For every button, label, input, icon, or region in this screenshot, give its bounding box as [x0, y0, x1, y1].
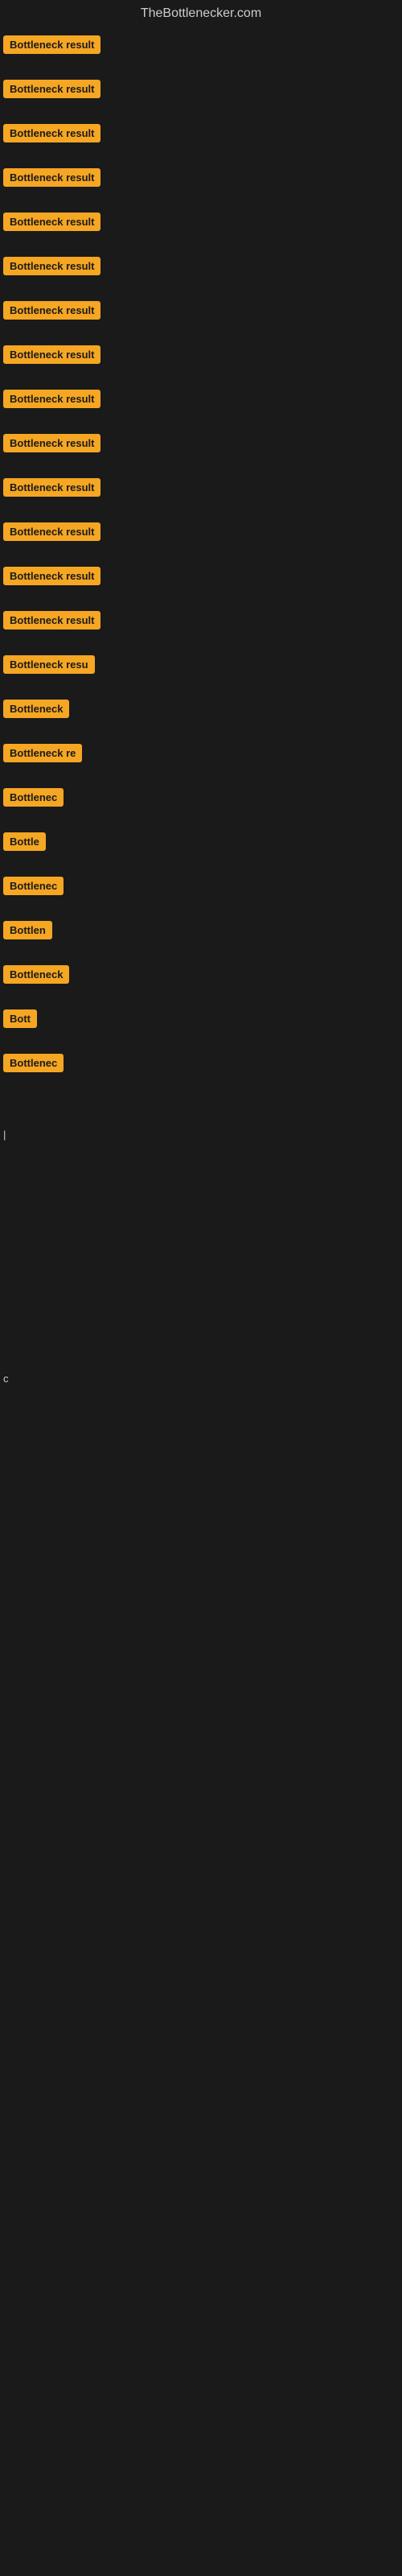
item-spacer [0, 900, 402, 916]
bottleneck-item: Bottleneck result [3, 390, 399, 408]
bottleneck-badge[interactable]: Bottleneck result [3, 168, 100, 187]
bottleneck-item: Bottleneck result [3, 301, 399, 320]
bottleneck-item: Bottlenec [3, 788, 399, 807]
item-spacer [0, 369, 402, 385]
bottleneck-badge[interactable]: Bottleneck result [3, 522, 100, 541]
spacer-after-list [0, 1077, 402, 1125]
bottleneck-badge[interactable]: Bottleneck [3, 700, 69, 718]
bottleneck-badge[interactable]: Bottleneck result [3, 213, 100, 231]
bottleneck-item: Bottlen [3, 921, 399, 939]
bottleneck-badge[interactable]: Bottleneck result [3, 611, 100, 630]
bottleneck-item: Bottlenec [3, 1054, 399, 1072]
site-title: TheBottlenecker.com [0, 0, 402, 31]
item-spacer [0, 634, 402, 650]
bottleneck-badge[interactable]: Bottleneck result [3, 301, 100, 320]
bottleneck-item: Bottleneck re [3, 744, 399, 762]
bottleneck-badge[interactable]: Bottlen [3, 921, 52, 939]
item-spacer [0, 147, 402, 163]
item-spacer [0, 502, 402, 518]
bottleneck-item: Bottleneck result [3, 434, 399, 452]
bottleneck-badge[interactable]: Bottleneck re [3, 744, 82, 762]
bottleneck-item: Bottleneck result [3, 213, 399, 231]
bottleneck-item: Bottleneck result [3, 345, 399, 364]
item-spacer [0, 1033, 402, 1049]
item-spacer [0, 811, 402, 828]
item-spacer [0, 856, 402, 872]
item-spacer [0, 280, 402, 296]
bottleneck-list: Bottleneck result Bottleneck result Bottle… [0, 35, 402, 1072]
bottleneck-badge[interactable]: Bottleneck result [3, 567, 100, 585]
bottleneck-badge[interactable]: Bott [3, 1009, 37, 1028]
bottleneck-item: Bottleneck result [3, 80, 399, 98]
large-gap [0, 1144, 402, 1369]
bottleneck-item: Bottleneck [3, 965, 399, 984]
item-spacer [0, 413, 402, 429]
item-spacer [0, 546, 402, 562]
bottleneck-item: Bottleneck result [3, 567, 399, 585]
bottleneck-item: Bott [3, 1009, 399, 1028]
item-spacer [0, 457, 402, 473]
item-spacer [0, 723, 402, 739]
bottleneck-item: Bottleneck result [3, 35, 399, 54]
bottleneck-item: Bottleneck [3, 700, 399, 718]
bottleneck-item: Bottleneck result [3, 168, 399, 187]
single-char-indicator: | [0, 1125, 402, 1144]
bottleneck-item: Bottleneck result [3, 124, 399, 142]
item-spacer [0, 324, 402, 341]
bottleneck-badge[interactable]: Bottlenec [3, 877, 64, 895]
item-spacer [0, 767, 402, 783]
item-spacer [0, 944, 402, 960]
bottleneck-badge[interactable]: Bottlenec [3, 788, 64, 807]
bottleneck-badge[interactable]: Bottle [3, 832, 46, 851]
item-spacer [0, 590, 402, 606]
bottleneck-item: Bottleneck result [3, 478, 399, 497]
item-spacer [0, 59, 402, 75]
bottleneck-item: Bottleneck result [3, 257, 399, 275]
bottleneck-item: Bottleneck result [3, 522, 399, 541]
bottleneck-item: Bottleneck result [3, 611, 399, 630]
item-spacer [0, 989, 402, 1005]
bottom-char: c [0, 1369, 402, 1388]
bottleneck-badge[interactable]: Bottleneck result [3, 390, 100, 408]
bottleneck-item: Bottleneck resu [3, 655, 399, 674]
item-spacer [0, 679, 402, 695]
bottleneck-badge[interactable]: Bottleneck result [3, 478, 100, 497]
site-header: TheBottlenecker.com [0, 0, 402, 31]
bottleneck-badge[interactable]: Bottleneck resu [3, 655, 95, 674]
bottleneck-badge[interactable]: Bottleneck result [3, 35, 100, 54]
item-spacer [0, 192, 402, 208]
bottleneck-badge[interactable]: Bottleneck result [3, 257, 100, 275]
bottleneck-badge[interactable]: Bottleneck [3, 965, 69, 984]
bottleneck-badge[interactable]: Bottleneck result [3, 345, 100, 364]
bottom-space [0, 1388, 402, 1710]
bottleneck-item: Bottlenec [3, 877, 399, 895]
item-spacer [0, 236, 402, 252]
item-spacer [0, 103, 402, 119]
bottleneck-badge[interactable]: Bottleneck result [3, 434, 100, 452]
bottleneck-item: Bottle [3, 832, 399, 851]
bottleneck-badge[interactable]: Bottleneck result [3, 80, 100, 98]
bottleneck-badge[interactable]: Bottleneck result [3, 124, 100, 142]
bottleneck-badge[interactable]: Bottlenec [3, 1054, 64, 1072]
